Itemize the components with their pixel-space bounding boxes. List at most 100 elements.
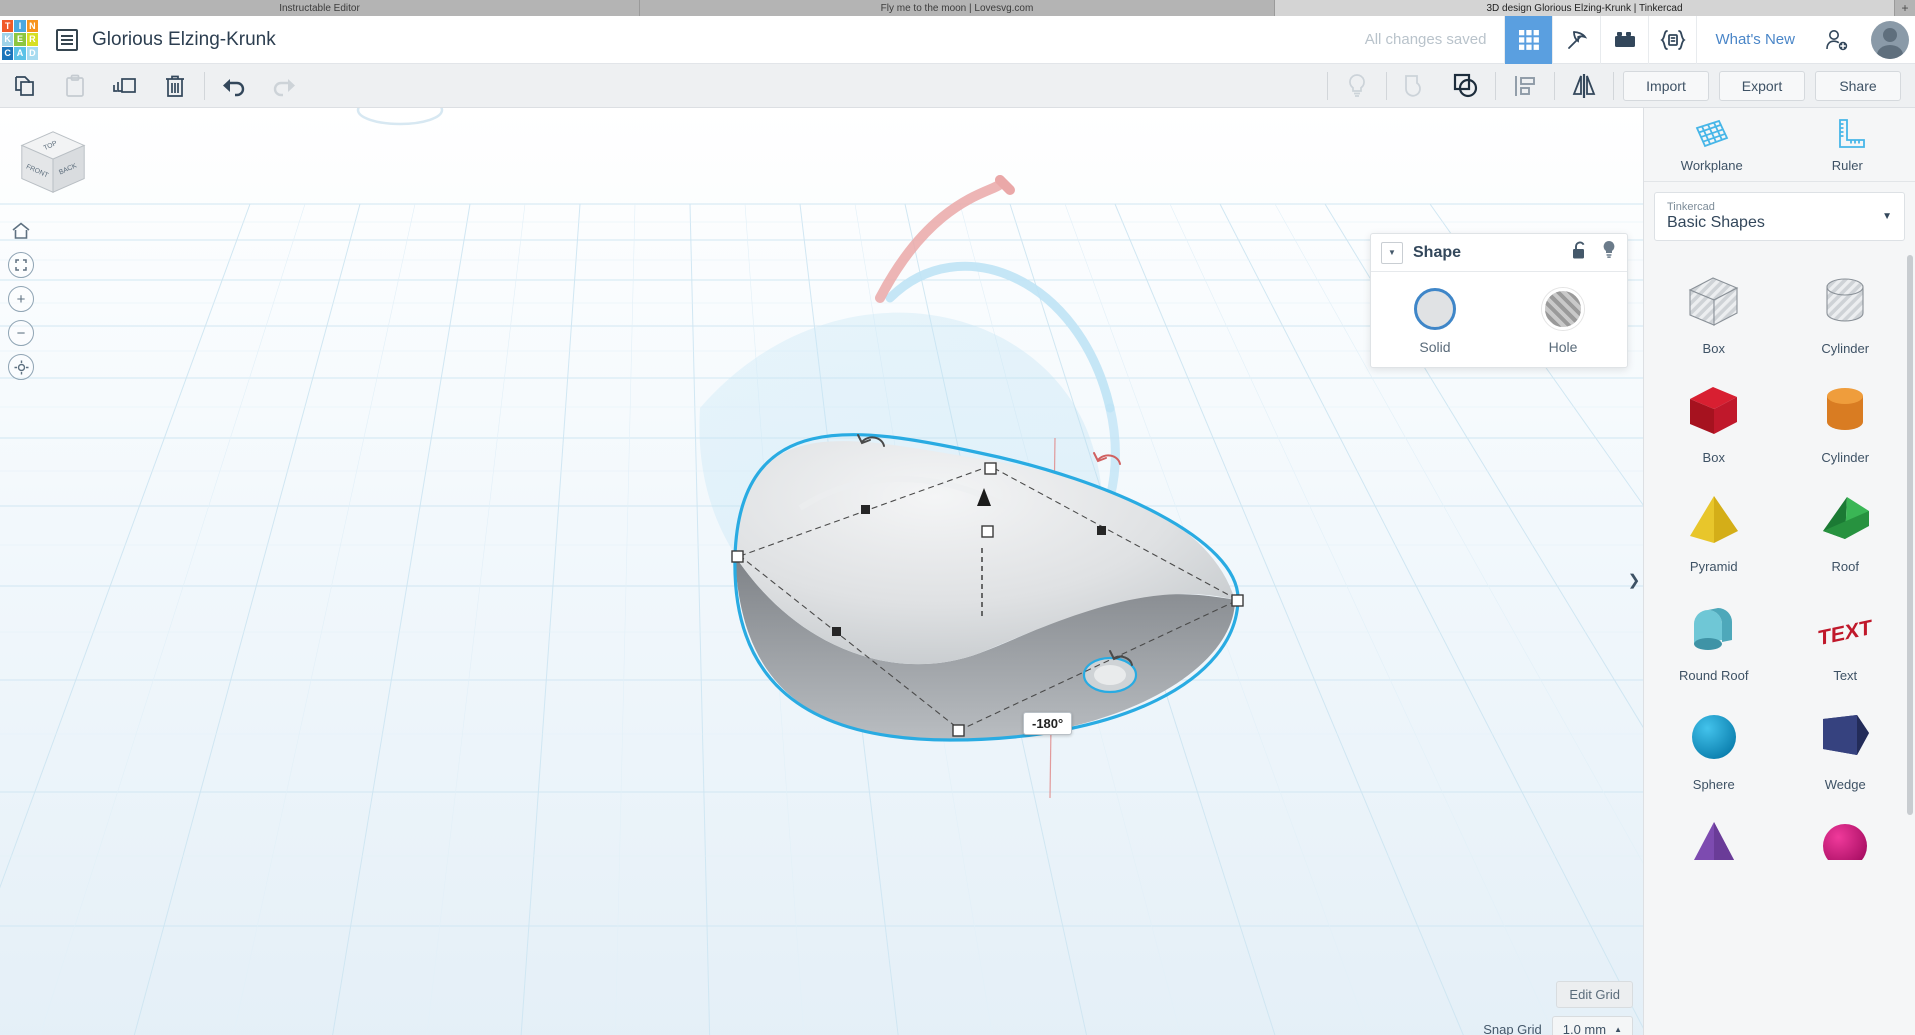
group-shapes-icon[interactable] <box>1441 64 1491 108</box>
hole-option[interactable]: Hole <box>1499 288 1627 355</box>
sphere-icon <box>1683 707 1745 769</box>
shape-tile-round-roof[interactable]: Round Roof <box>1648 584 1780 689</box>
cone-icon <box>1683 820 1745 860</box>
text-icon: TEXT <box>1814 598 1876 660</box>
shape-tile-label: Roof <box>1831 559 1859 574</box>
logo-letter: N <box>26 19 38 33</box>
shape-library-dropdown[interactable]: Tinkercad Basic Shapes ▼ <box>1654 192 1905 241</box>
shape-panel-header: ▼ Shape <box>1371 234 1627 272</box>
view-cube[interactable]: TOP FRONT BACK <box>14 124 92 202</box>
snap-grid-value: 1.0 mm <box>1562 1022 1607 1035</box>
shape-tile-cylinder[interactable]: Cylinder <box>1780 366 1912 471</box>
edit-grid-button[interactable]: Edit Grid <box>1556 981 1633 1008</box>
toolbar-right-group: Import Export Share <box>1323 64 1915 108</box>
shape-tile-roof[interactable]: Roof <box>1780 475 1912 580</box>
solid-swatch <box>1414 288 1456 330</box>
tinkercad-logo[interactable]: T I N K E R C A D <box>0 16 40 64</box>
logo-letter: K <box>2 33 14 46</box>
logo-letter: T <box>2 19 14 33</box>
fit-view-icon[interactable] <box>6 250 36 280</box>
shape-tile-wedge[interactable]: Wedge <box>1780 693 1912 798</box>
copy-icon[interactable] <box>0 64 50 108</box>
new-tab-button[interactable]: + <box>1895 0 1915 16</box>
redo-icon <box>259 64 309 108</box>
sidebar-tool-ruler[interactable]: Ruler <box>1780 118 1915 173</box>
shape-tile-label: Sphere <box>1692 777 1735 792</box>
shape-properties-panel[interactable]: ▼ Shape Solid Hole <box>1370 233 1628 368</box>
chevron-down-icon: ▼ <box>1882 211 1892 222</box>
shape-library-grid[interactable]: Box Cylinder Box Cylinder Pyramid Roof R… <box>1644 251 1915 1035</box>
browser-tab-title: Fly me to the moon | Lovesvg.com <box>880 2 1034 14</box>
browser-tab-active[interactable]: 3D design Glorious Elzing-Krunk | Tinker… <box>1275 0 1895 16</box>
unlock-icon[interactable] <box>1572 241 1589 265</box>
export-button[interactable]: Export <box>1719 70 1805 101</box>
app-header: T I N K E R C A D Glorious Elzing-Krunk … <box>0 15 1915 64</box>
lego-brick-icon[interactable] <box>1600 15 1648 64</box>
orbit-icon[interactable] <box>6 352 36 382</box>
toolbar-divider <box>1613 71 1614 100</box>
sidebar-tool-label: Ruler <box>1831 158 1863 173</box>
shape-tile-cone[interactable] <box>1648 802 1780 866</box>
edit-toolbar: Import Export Share <box>0 64 1915 108</box>
solid-label: Solid <box>1419 339 1451 355</box>
duplicate-icon[interactable] <box>100 64 150 108</box>
solid-option[interactable]: Solid <box>1371 288 1499 355</box>
avatar[interactable] <box>1871 20 1909 59</box>
import-button[interactable]: Import <box>1623 70 1709 101</box>
toolbar-divider <box>1554 71 1555 100</box>
roof-icon <box>1814 489 1876 551</box>
shape-tile-box[interactable]: Box <box>1648 366 1780 471</box>
workplane-icon <box>1695 119 1728 148</box>
delete-trash-icon[interactable] <box>150 64 200 108</box>
code-brackets-icon[interactable] <box>1648 15 1696 64</box>
mirror-icon[interactable] <box>1559 64 1609 108</box>
chevron-down-icon[interactable]: ▼ <box>1381 241 1403 264</box>
ungroup-shapes-icon <box>1391 64 1441 108</box>
shape-tile-cylinder-hole[interactable]: Cylinder <box>1780 257 1912 362</box>
logo-letter: D <box>26 46 38 60</box>
home-view-icon[interactable] <box>6 216 36 246</box>
add-user-icon[interactable] <box>1813 16 1861 64</box>
cylinder-hole-icon <box>1814 271 1876 333</box>
shape-tile-label: Box <box>1702 341 1725 356</box>
lightbulb-icon[interactable] <box>1601 240 1617 265</box>
chevron-right-icon[interactable]: ❯ <box>1625 560 1643 600</box>
rotation-readout: -180° <box>1023 712 1073 735</box>
main-area: TOP FRONT BACK + − -180° ❯ Edit Grid Sna… <box>0 108 1915 1035</box>
chevron-up-icon: ▲ <box>1614 1025 1622 1034</box>
toolbar-divider <box>204 71 205 100</box>
shape-tile-label: Text <box>1833 668 1858 683</box>
roundroof-icon <box>1683 598 1745 660</box>
zoom-in-icon[interactable]: + <box>6 284 36 314</box>
shape-panel-icons <box>1572 240 1617 265</box>
zoom-out-icon[interactable]: − <box>6 318 36 348</box>
sidebar-tool-label: Workplane <box>1680 158 1743 173</box>
3d-canvas[interactable]: TOP FRONT BACK + − -180° ❯ Edit Grid Sna… <box>0 108 1643 1035</box>
header-right-group: All changes saved What's New <box>1347 15 1915 64</box>
align-icon[interactable] <box>1500 64 1550 108</box>
browser-tab[interactable]: Instructable Editor <box>0 0 640 16</box>
list-icon[interactable] <box>56 28 78 51</box>
sidebar-tools: Workplane Ruler <box>1644 108 1915 182</box>
sidebar-scrollbar[interactable] <box>1907 255 1913 815</box>
sidebar-tool-workplane[interactable]: Workplane <box>1644 118 1780 173</box>
shape-panel-body: Solid Hole <box>1371 272 1627 367</box>
shape-tile-text[interactable]: TEXT Text <box>1780 584 1912 689</box>
pyramid-icon <box>1683 489 1745 551</box>
codeblocks-pickaxe-icon[interactable] <box>1552 15 1600 64</box>
blocks-grid-icon[interactable] <box>1504 15 1553 64</box>
shape-tile-sphere[interactable]: Sphere <box>1648 693 1780 798</box>
logo-letter: E <box>14 33 26 46</box>
undo-icon[interactable] <box>209 64 259 108</box>
whats-new-link[interactable]: What's New <box>1696 15 1813 64</box>
shape-tile-sphere-magenta[interactable] <box>1780 802 1912 866</box>
shape-tile-pyramid[interactable]: Pyramid <box>1648 475 1780 580</box>
browser-tab[interactable]: Fly me to the moon | Lovesvg.com <box>640 0 1275 16</box>
logo-letter: I <box>14 19 26 33</box>
snap-grid-select[interactable]: 1.0 mm ▲ <box>1551 1016 1633 1035</box>
share-button[interactable]: Share <box>1815 70 1901 101</box>
toolbar-divider <box>1495 71 1496 100</box>
shape-tile-box-hole[interactable]: Box <box>1648 257 1780 362</box>
box-icon <box>1683 380 1745 442</box>
shape-tile-label: Round Roof <box>1679 668 1749 683</box>
